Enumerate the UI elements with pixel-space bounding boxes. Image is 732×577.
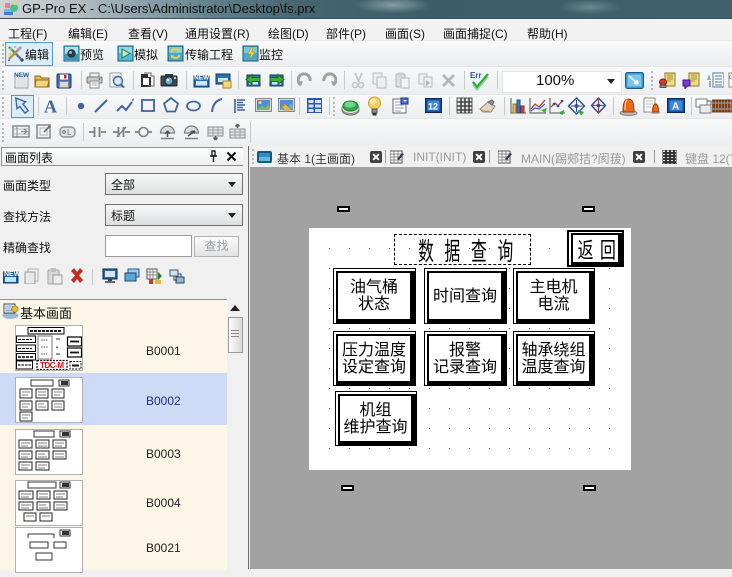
svg-text:NEW: NEW: [14, 72, 30, 79]
svg-text:A: A: [44, 97, 57, 115]
svg-text:NEW: NEW: [4, 271, 19, 278]
svg-text:Err: Err: [470, 71, 482, 80]
svg-text:A: A: [672, 102, 679, 113]
svg-text:L: L: [67, 128, 72, 137]
svg-text:TDC-M: TDC-M: [40, 361, 64, 370]
svg-text:12: 12: [428, 102, 438, 112]
svg-text:NEW: NEW: [194, 75, 210, 82]
